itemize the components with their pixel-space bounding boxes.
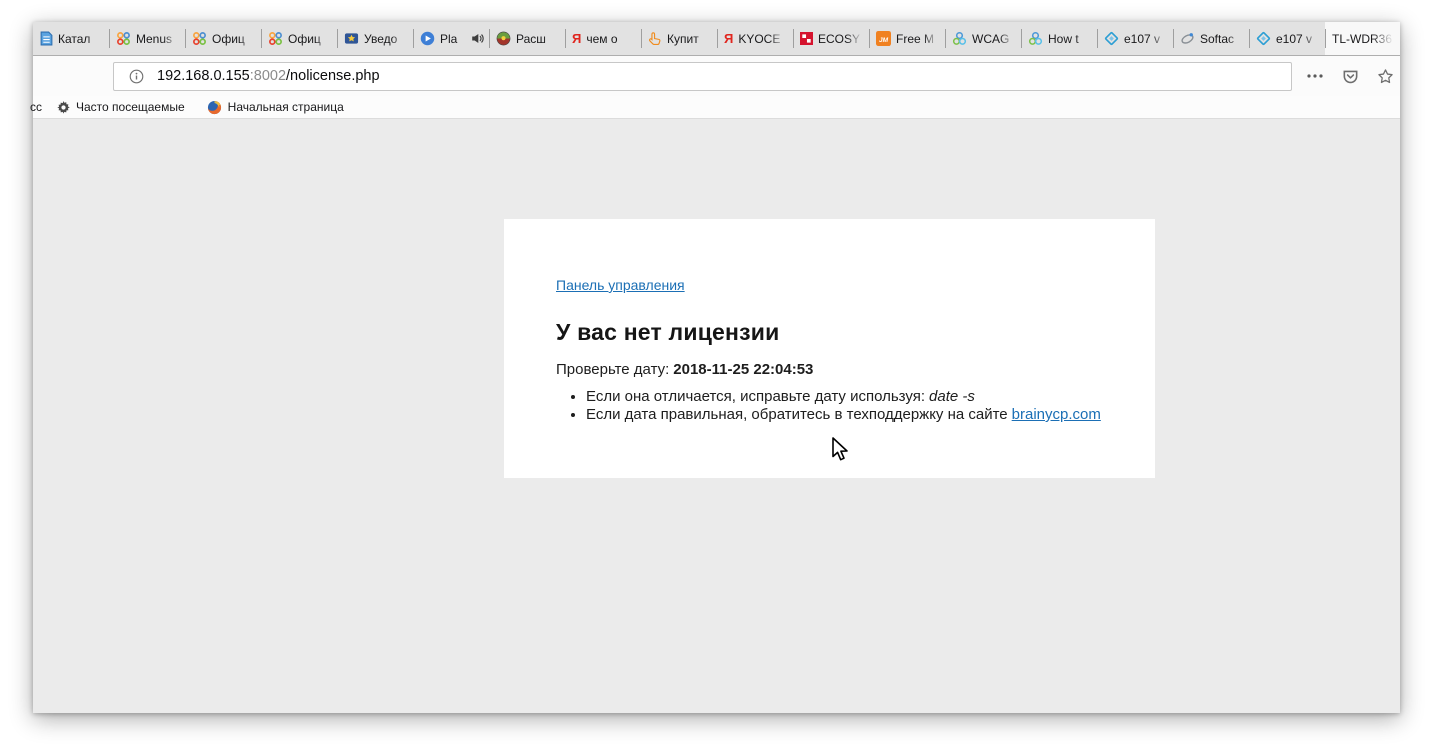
joomla-icon [116, 31, 131, 46]
bookmark-item-1[interactable]: Часто посещаемые [50, 100, 192, 114]
tab-9[interactable]: Купит [641, 22, 717, 55]
tab-4[interactable]: Офиц [261, 22, 337, 55]
joomla-icon [192, 31, 207, 46]
tab-3[interactable]: Офиц [185, 22, 261, 55]
tab-5[interactable]: Уведо [337, 22, 413, 55]
url-host: 192.168.0.155 [157, 68, 250, 84]
tab-8[interactable]: Ячем о [565, 22, 641, 55]
tab-label: Free M [896, 32, 940, 46]
url-text[interactable]: 192.168.0.155:8002/nolicense.php [157, 68, 380, 84]
info-icon[interactable] [125, 65, 147, 87]
check-date-line: Проверьте дату:2018-11-25 22:04:53 [556, 361, 1103, 378]
tab-15[interactable]: e107 v [1097, 22, 1173, 55]
mvd-badge-icon [344, 31, 359, 46]
url-bar[interactable]: 192.168.0.155:8002/nolicense.php [113, 62, 1292, 91]
instruction-2-text: Если дата правильная, обратитесь в техпо… [586, 406, 1008, 423]
pocket-icon[interactable] [1339, 65, 1361, 87]
tab-label: TL-WDR36 [1332, 32, 1396, 46]
page-title: У вас нет лицензии [556, 319, 1103, 346]
navigation-bar: 192.168.0.155:8002/nolicense.php [33, 56, 1400, 96]
instruction-item-2: Если дата правильная, обратитесь в техпо… [586, 406, 1103, 423]
date-value: 2018-11-25 22:04:53 [673, 361, 813, 378]
tab-label: e107 v [1124, 32, 1168, 46]
tab-17[interactable]: e107 v [1249, 22, 1325, 55]
instructions-list: Если она отличается, исправьте дату испо… [556, 388, 1103, 423]
tab-label: Softac [1200, 32, 1244, 46]
softaculous-icon [1180, 31, 1195, 46]
tab-label: Офиц [288, 32, 332, 46]
yandex-icon: Я [572, 32, 581, 45]
tab-14[interactable]: How t [1021, 22, 1097, 55]
control-panel-link[interactable]: Панель управления [556, 277, 685, 293]
tab-label: ECOSY [818, 32, 864, 46]
tab-label: e107 v [1276, 32, 1320, 46]
check-date-label: Проверьте дату: [556, 361, 669, 378]
svg-text:JM: JM [879, 37, 889, 44]
tab-strip: Катал Menus Офиц Офиц Уведо Pla Расш Ячем о Купи… [33, 22, 1400, 56]
yandex-icon: Я [724, 32, 733, 45]
bookmark-label: Часто посещаемые [76, 100, 185, 114]
jm-icon: JM [876, 31, 891, 46]
navbar-actions [1304, 65, 1396, 87]
tab-label: How t [1048, 32, 1092, 46]
browser-window: Катал Menus Офиц Офиц Уведо Pla Расш Ячем о Купи… [33, 22, 1400, 713]
catalog-icon [40, 31, 53, 46]
page-content: Панель управления У вас нет лицензии Про… [33, 119, 1400, 713]
bookmarks-bar: сс Часто посещаемые Начальная страница [33, 96, 1400, 119]
firefox-icon [207, 100, 222, 115]
tab-1[interactable]: Катал [33, 22, 109, 55]
instruction-1-text: Если она отличается, исправьте дату испо… [586, 388, 925, 405]
tab-18[interactable]: TL-WDR36 [1325, 22, 1400, 55]
tab-label: WCAG [972, 32, 1016, 46]
tab-audio-icon[interactable] [471, 32, 484, 45]
bookmarks-list: Часто посещаемые Начальная страница [42, 100, 351, 115]
bookmark-label: Начальная страница [228, 100, 344, 114]
hand-icon [648, 31, 662, 46]
tab-12[interactable]: JM Free M [869, 22, 945, 55]
tab-2[interactable]: Menus [109, 22, 185, 55]
desktop: { "window": { "tabs": [ {"icon": "catalo… [0, 0, 1433, 744]
tab-label: чем о [586, 32, 636, 46]
page-actions-icon[interactable] [1304, 65, 1326, 87]
circles-icon [1028, 31, 1043, 46]
url-path: /nolicense.php [286, 68, 380, 84]
kyocera-icon [800, 32, 813, 45]
tab-label: Menus [136, 32, 180, 46]
gear-icon [57, 101, 70, 114]
circles-icon [952, 31, 967, 46]
bookmark-star-icon[interactable] [1374, 65, 1396, 87]
extensions-icon [496, 31, 511, 46]
e107-icon [1256, 31, 1271, 46]
e107-icon [1104, 31, 1119, 46]
tab-label: Pla [440, 32, 468, 46]
brainycp-link[interactable]: brainycp.com [1012, 406, 1101, 423]
tab-label: Купит [667, 32, 712, 46]
bookmark-truncated[interactable]: сс [30, 100, 42, 114]
tab-label: Катал [58, 32, 104, 46]
tab-label: Расш [516, 32, 560, 46]
tab-label: Уведо [364, 32, 408, 46]
tab-13[interactable]: WCAG [945, 22, 1021, 55]
tab-11[interactable]: ECOSY [793, 22, 869, 55]
tab-10[interactable]: Я KYOCE [717, 22, 793, 55]
tab-label: KYOCE [738, 32, 788, 46]
bookmark-item-2[interactable]: Начальная страница [200, 100, 351, 115]
joomla-icon [268, 31, 283, 46]
tab-6[interactable]: Pla [413, 22, 489, 55]
url-port: :8002 [250, 68, 286, 84]
date-command: date -s [929, 388, 975, 405]
instruction-item-1: Если она отличается, исправьте дату испо… [586, 388, 1103, 405]
tab-16[interactable]: Softac [1173, 22, 1249, 55]
tab-7[interactable]: Расш [489, 22, 565, 55]
play-icon [420, 31, 435, 46]
license-error-card: Панель управления У вас нет лицензии Про… [504, 219, 1155, 478]
tab-label: Офиц [212, 32, 256, 46]
